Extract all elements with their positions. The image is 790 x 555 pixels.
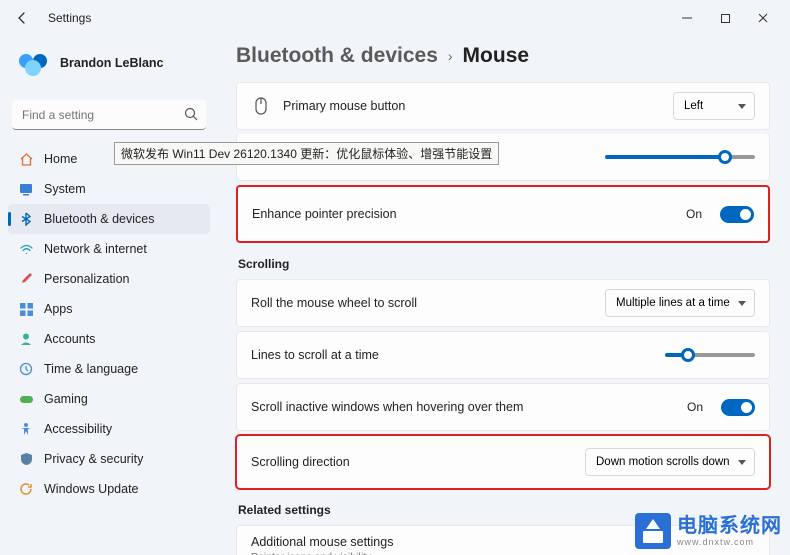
lines-scroll-slider[interactable] [665, 353, 755, 357]
nav-label: System [44, 182, 86, 196]
nav-gaming[interactable]: Gaming [8, 384, 210, 414]
chevron-right-icon: › [448, 48, 453, 64]
pointer-speed-slider[interactable] [605, 155, 755, 159]
arrow-left-icon [15, 11, 29, 25]
nav-label: Personalization [44, 272, 129, 286]
system-icon [18, 181, 34, 197]
bluetooth-icon [18, 211, 34, 227]
scroll-direction-select[interactable]: Down motion scrolls down [585, 448, 755, 476]
row-label: Scrolling direction [251, 455, 573, 469]
search-input[interactable] [12, 100, 206, 130]
nav-time[interactable]: Time & language [8, 354, 210, 384]
scrolling-heading: Scrolling [238, 257, 770, 271]
minimize-icon [681, 12, 693, 24]
search-wrap [12, 100, 206, 130]
lines-scroll-card: Lines to scroll at a time [236, 331, 770, 379]
nav-system[interactable]: System [8, 174, 210, 204]
nav-bluetooth[interactable]: Bluetooth & devices [8, 204, 210, 234]
update-icon [18, 481, 34, 497]
title-bar: Settings [0, 0, 790, 36]
watermark-text: 电脑系统网 [677, 516, 782, 536]
roll-wheel-card: Roll the mouse wheel to scroll Multiple … [236, 279, 770, 327]
breadcrumb-current: Mouse [463, 44, 530, 68]
window-title: Settings [48, 11, 91, 25]
breadcrumb-parent[interactable]: Bluetooth & devices [236, 44, 438, 68]
shield-icon [18, 451, 34, 467]
primary-button-card: Primary mouse button Left [236, 82, 770, 130]
scroll-direction-card: Scrolling direction Down motion scrolls … [236, 435, 770, 489]
search-icon [184, 107, 198, 121]
close-icon [757, 12, 769, 24]
nav-apps[interactable]: Apps [8, 294, 210, 324]
main-content: Bluetooth & devices › Mouse Primary mous… [218, 36, 790, 555]
inactive-scroll-toggle[interactable] [721, 399, 755, 416]
nav-personalization[interactable]: Personalization [8, 264, 210, 294]
person-icon [18, 331, 34, 347]
nav-update[interactable]: Windows Update [8, 474, 210, 504]
nav-label: Accounts [44, 332, 95, 346]
watermark-url: www.dnxtw.com [677, 538, 782, 547]
nav-privacy[interactable]: Privacy & security [8, 444, 210, 474]
row-label: Enhance pointer precision [252, 207, 674, 221]
profile[interactable]: Brandon LeBlanc [8, 36, 210, 98]
breadcrumb: Bluetooth & devices › Mouse [236, 36, 770, 82]
maximize-icon [720, 13, 731, 24]
row-label: Scroll inactive windows when hovering ov… [251, 400, 675, 414]
primary-button-select[interactable]: Left [673, 92, 755, 120]
minimize-button[interactable] [668, 3, 706, 33]
nav-label: Network & internet [44, 242, 147, 256]
roll-wheel-select[interactable]: Multiple lines at a time [605, 289, 755, 317]
apps-icon [18, 301, 34, 317]
wifi-icon [18, 241, 34, 257]
toggle-state: On [686, 207, 702, 221]
nav-label: Gaming [44, 392, 88, 406]
window-controls [668, 3, 782, 33]
nav-list: Home System Bluetooth & devices Network … [8, 144, 210, 504]
toggle-state: On [687, 400, 703, 414]
nav-label: Apps [44, 302, 73, 316]
nav-label: Time & language [44, 362, 138, 376]
clock-icon [18, 361, 34, 377]
nav-label: Privacy & security [44, 452, 143, 466]
nav-network[interactable]: Network & internet [8, 234, 210, 264]
mouse-icon [251, 97, 271, 115]
nav-accounts[interactable]: Accounts [8, 324, 210, 354]
close-button[interactable] [744, 3, 782, 33]
tooltip: 微软发布 Win11 Dev 26120.1340 更新：优化鼠标体验、增强节能… [114, 142, 499, 165]
sidebar: Brandon LeBlanc Home System Bluetooth & … [0, 36, 218, 555]
nav-label: Accessibility [44, 422, 112, 436]
nav-label: Bluetooth & devices [44, 212, 155, 226]
avatar-icon [16, 46, 50, 80]
profile-name: Brandon LeBlanc [60, 56, 164, 70]
row-label: Primary mouse button [283, 99, 661, 113]
brush-icon [18, 271, 34, 287]
accessibility-icon [18, 421, 34, 437]
home-icon [18, 151, 34, 167]
gaming-icon [18, 391, 34, 407]
row-sublabel: Pointer icons and visibility [251, 551, 755, 555]
enhance-precision-card: Enhance pointer precision On [236, 185, 770, 243]
maximize-button[interactable] [706, 3, 744, 33]
back-button[interactable] [8, 4, 36, 32]
nav-label: Windows Update [44, 482, 139, 496]
row-label: Roll the mouse wheel to scroll [251, 296, 593, 310]
row-label: Lines to scroll at a time [251, 348, 653, 362]
watermark: 电脑系统网 www.dnxtw.com [635, 513, 782, 549]
nav-accessibility[interactable]: Accessibility [8, 414, 210, 444]
inactive-scroll-card: Scroll inactive windows when hovering ov… [236, 383, 770, 431]
enhance-precision-toggle[interactable] [720, 206, 754, 223]
watermark-logo-icon [635, 513, 671, 549]
nav-label: Home [44, 152, 77, 166]
